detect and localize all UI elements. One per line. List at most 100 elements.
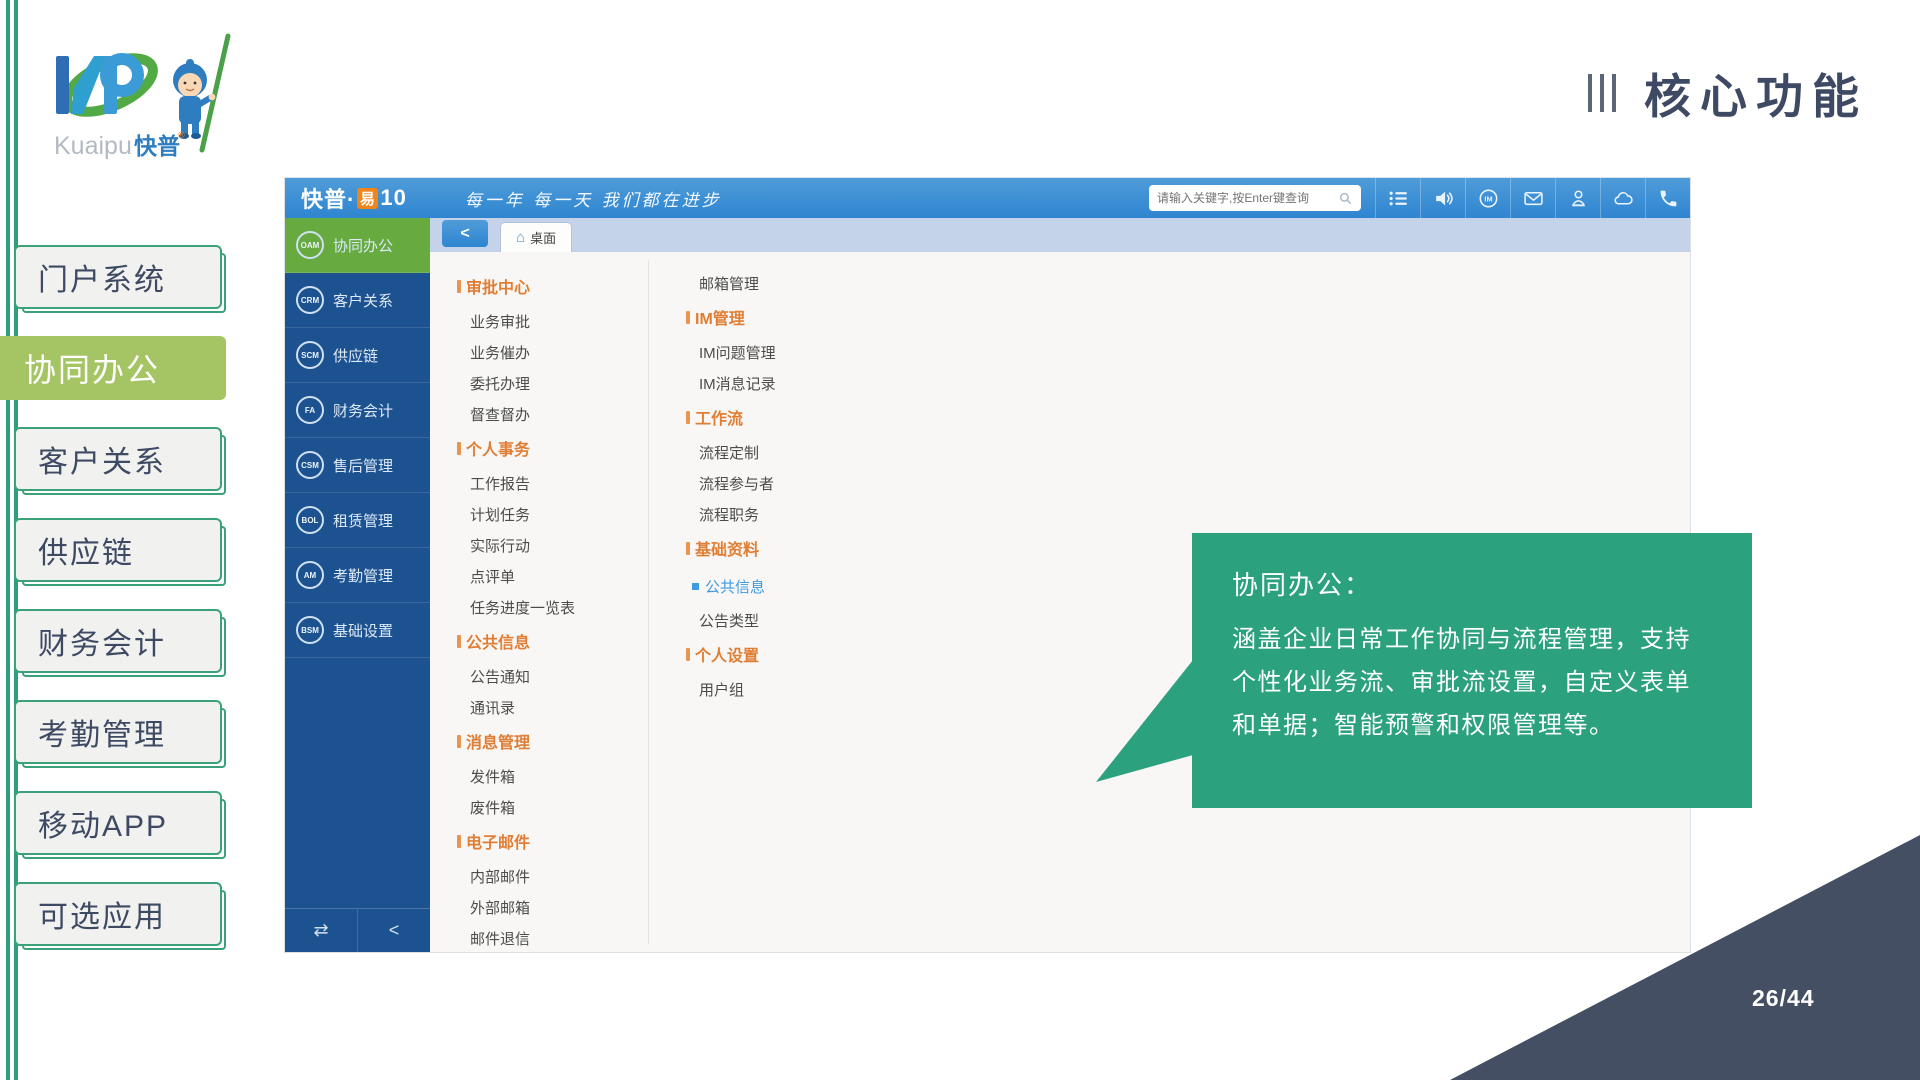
module-menu-item[interactable]: 可选应用 <box>14 882 222 946</box>
menu-entry[interactable]: 个人设置 <box>686 642 759 666</box>
tab-bar: < ⌂ 桌面 <box>430 218 1690 252</box>
nav-badge: AM <box>296 561 324 589</box>
menu-entry[interactable]: 邮件退信 <box>470 928 530 949</box>
logo-text-en: Kuaipu <box>54 132 132 160</box>
nav-item[interactable]: BSM 基础设置 <box>285 603 430 658</box>
menu-entry[interactable]: 业务审批 <box>470 311 530 332</box>
nav-badge: OAM <box>296 231 324 259</box>
module-menu-item[interactable]: 门户系统 <box>14 245 222 309</box>
page-title: 核心功能 <box>1644 58 1868 127</box>
phone-icon[interactable] <box>1645 178 1690 218</box>
nav-item[interactable]: CSM 售后管理 <box>285 438 430 493</box>
menu-entry[interactable]: IM问题管理 <box>699 342 776 363</box>
module-menu-item[interactable]: 客户关系 <box>14 427 222 491</box>
svg-text:®: ® <box>178 130 185 140</box>
menu-entry[interactable]: 邮箱管理 <box>699 273 759 294</box>
menu-entry[interactable]: 个人事务 <box>457 436 530 460</box>
nav-item[interactable]: SCM 供应链 <box>285 328 430 383</box>
nav-item[interactable]: BOL 租赁管理 <box>285 493 430 548</box>
nav-badge: SCM <box>296 341 324 369</box>
svg-text:IM: IM <box>1484 194 1492 203</box>
volume-icon[interactable] <box>1420 178 1465 218</box>
list-icon[interactable] <box>1375 178 1420 218</box>
menu-entry[interactable]: 实际行动 <box>470 535 530 556</box>
menu-column-2: 邮箱管理 IM管理 IM问题管理 IM消息记录 工作流 流程定制 <box>686 268 776 705</box>
menu-entry[interactable]: 内部邮件 <box>470 866 530 887</box>
nav-label: 考勤管理 <box>333 565 393 586</box>
menu-entry[interactable]: 流程参与者 <box>699 473 774 494</box>
logo-text-cn: 快普 <box>134 133 180 159</box>
im-icon[interactable]: IM <box>1465 178 1510 218</box>
menu-entry[interactable]: 电子邮件 <box>457 829 530 853</box>
mail-icon[interactable] <box>1510 178 1555 218</box>
menu-entry[interactable]: 公共信息 <box>692 576 765 597</box>
title-bars-icon <box>1588 74 1616 112</box>
nav-item[interactable]: CRM 客户关系 <box>285 273 430 328</box>
menu-entry[interactable]: 督查督办 <box>470 404 530 425</box>
module-menu-item[interactable]: 考勤管理 <box>14 700 222 764</box>
menu-entry[interactable]: 任务进度一览表 <box>470 597 575 618</box>
menu-column-1: 审批中心 业务审批 业务催办 委托办理 督查督办 个人事务 <box>457 268 575 954</box>
menu-entry[interactable]: 委托办理 <box>470 373 530 394</box>
nav-label: 协同办公 <box>333 235 393 256</box>
menu-entry[interactable]: 计划任务 <box>470 504 530 525</box>
user-icon[interactable] <box>1555 178 1600 218</box>
menu-entry[interactable]: 通讯录 <box>470 697 515 718</box>
nav-item[interactable]: AM 考勤管理 <box>285 548 430 603</box>
app-header: 快普· 易 10 每一年 每一天 我们都在进步 <box>285 178 1690 218</box>
callout-bubble: 协同办公： 涵盖企业日常工作协同与流程管理，支持个性化业务流、审批流设置，自定义… <box>1192 533 1752 808</box>
module-menu-item[interactable]: 协同办公 <box>0 336 226 400</box>
menu-entry[interactable]: 工作流 <box>686 405 743 429</box>
column-divider <box>648 260 649 944</box>
nav-label: 客户关系 <box>333 290 393 311</box>
menu-entry[interactable]: 审批中心 <box>457 274 530 298</box>
module-menu-item[interactable]: 供应链 <box>14 518 222 582</box>
nav-badge: CSM <box>296 451 324 479</box>
menu-entry[interactable]: 公告类型 <box>699 610 759 631</box>
menu-entry[interactable]: 废件箱 <box>470 797 515 818</box>
menu-entry[interactable]: IM管理 <box>686 305 745 329</box>
nav-footer: ⇄ < <box>285 908 430 952</box>
back-button[interactable]: < <box>442 220 488 247</box>
nav-label: 基础设置 <box>333 620 393 641</box>
nav-label: 供应链 <box>333 345 378 366</box>
page-number: 26/44 <box>1752 985 1815 1012</box>
nav-label: 售后管理 <box>333 455 393 476</box>
collapse-icon[interactable]: < <box>357 909 430 952</box>
app-brand: 快普· 易 10 <box>301 182 407 214</box>
tab-desktop[interactable]: ⌂ 桌面 <box>500 222 572 252</box>
nav-badge: BSM <box>296 616 324 644</box>
menu-entry[interactable]: 工作报告 <box>470 473 530 494</box>
menu-entry[interactable]: 发件箱 <box>470 766 515 787</box>
menu-entry[interactable]: 流程职务 <box>699 504 759 525</box>
tab-label: 桌面 <box>530 228 556 247</box>
nav-label: 财务会计 <box>333 400 393 421</box>
menu-entry[interactable]: 外部邮箱 <box>470 897 530 918</box>
global-search[interactable] <box>1149 185 1361 211</box>
menu-entry[interactable]: 公共信息 <box>457 629 530 653</box>
nav-item[interactable]: OAM 协同办公 <box>285 218 430 273</box>
module-menu-item[interactable]: 移动APP <box>14 791 222 855</box>
brand-prefix: 快普· <box>301 182 355 214</box>
module-menu: 门户系统 协同办公 客户关系 供应链 财务会计 考勤管理 移动APP 可选应用 <box>0 245 232 973</box>
menu-entry[interactable]: 点评单 <box>470 566 515 587</box>
menu-entry[interactable]: 流程定制 <box>699 442 759 463</box>
module-menu-item[interactable]: 财务会计 <box>14 609 222 673</box>
menu-entry[interactable]: 消息管理 <box>457 729 530 753</box>
menu-entry[interactable]: 业务催办 <box>470 342 530 363</box>
slide-title: 核心功能 <box>1588 58 1868 127</box>
swap-icon[interactable]: ⇄ <box>285 909 357 952</box>
callout-title: 协同办公： <box>1232 565 1712 602</box>
cloud-icon[interactable] <box>1600 178 1645 218</box>
menu-entry[interactable]: 基础资料 <box>686 536 759 560</box>
nav-badge: BOL <box>296 506 324 534</box>
menu-entry[interactable]: 公告通知 <box>470 666 530 687</box>
search-input[interactable] <box>1157 191 1338 205</box>
nav-item[interactable]: FA 财务会计 <box>285 383 430 438</box>
callout-body: 涵盖企业日常工作协同与流程管理，支持个性化业务流、审批流设置，自定义表单和单据；… <box>1232 618 1712 747</box>
nav-label: 租赁管理 <box>333 510 393 531</box>
nav-badge: FA <box>296 396 324 424</box>
menu-entry[interactable]: 用户组 <box>699 679 744 700</box>
menu-entry[interactable]: IM消息记录 <box>699 373 776 394</box>
search-icon <box>1338 191 1353 206</box>
